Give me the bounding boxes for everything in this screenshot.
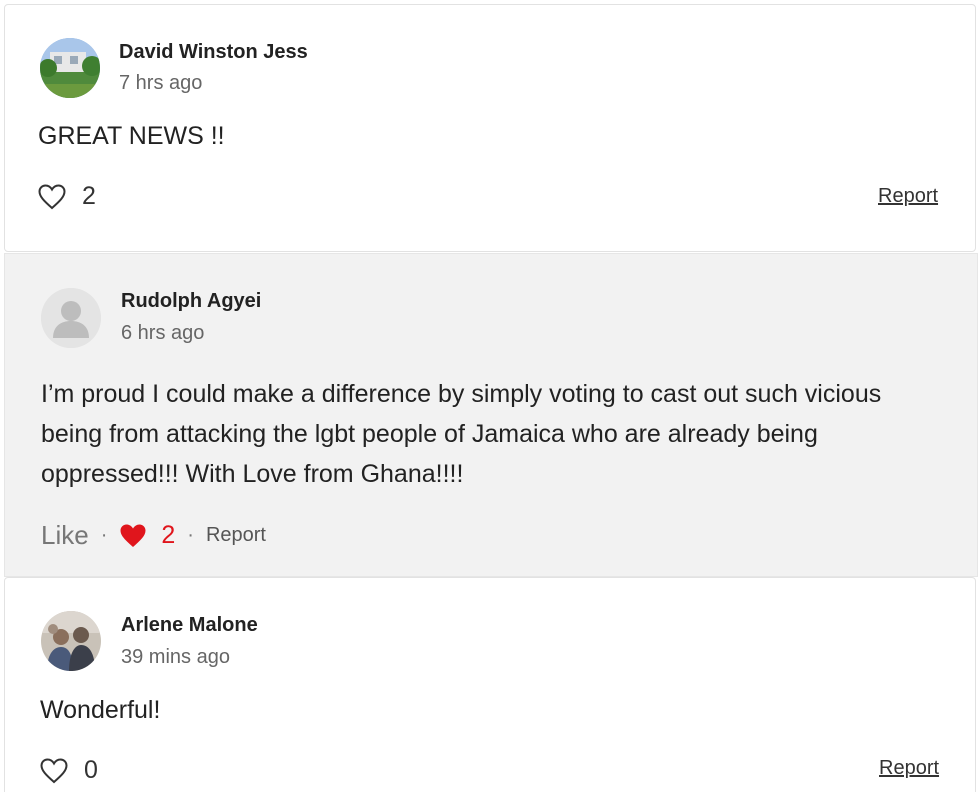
avatar[interactable] — [40, 38, 100, 98]
comment-text: GREAT NEWS !! — [38, 122, 225, 150]
separator: · — [100, 524, 108, 546]
author-name[interactable]: Rudolph Agyei — [121, 290, 261, 313]
report-link[interactable]: Report — [878, 185, 938, 208]
author-name[interactable]: David Winston Jess — [119, 41, 308, 64]
like-count: 0 — [84, 756, 98, 784]
comment-card: David Winston Jess 7 hrs ago GREAT NEWS … — [4, 4, 976, 252]
timestamp: 39 mins ago — [121, 646, 230, 668]
timestamp: 7 hrs ago — [119, 72, 203, 94]
default-user-avatar[interactable] — [41, 288, 101, 348]
separator: · — [187, 524, 194, 546]
report-link[interactable]: Report — [206, 524, 266, 547]
comment-actions: Like · 2 · Report — [41, 520, 266, 551]
avatar[interactable] — [41, 611, 101, 671]
timestamp: 6 hrs ago — [121, 322, 205, 344]
comment-card: Arlene Malone 39 mins ago Wonderful! 0 R… — [4, 577, 976, 792]
comment-card-highlighted: Rudolph Agyei 6 hrs ago I’m proud I coul… — [4, 253, 978, 577]
comment-text: I’m proud I could make a difference by s… — [41, 380, 882, 488]
like-button[interactable]: Like — [41, 520, 89, 551]
heart-icon[interactable] — [40, 758, 68, 784]
like-count: 2 — [82, 182, 96, 210]
author-name[interactable]: Arlene Malone — [121, 614, 258, 637]
heart-icon[interactable] — [38, 184, 66, 210]
heart-filled-icon[interactable] — [119, 523, 147, 549]
like-count: 2 — [161, 521, 176, 549]
comment-text: Wonderful! — [40, 696, 161, 724]
report-link[interactable]: Report — [879, 757, 939, 780]
